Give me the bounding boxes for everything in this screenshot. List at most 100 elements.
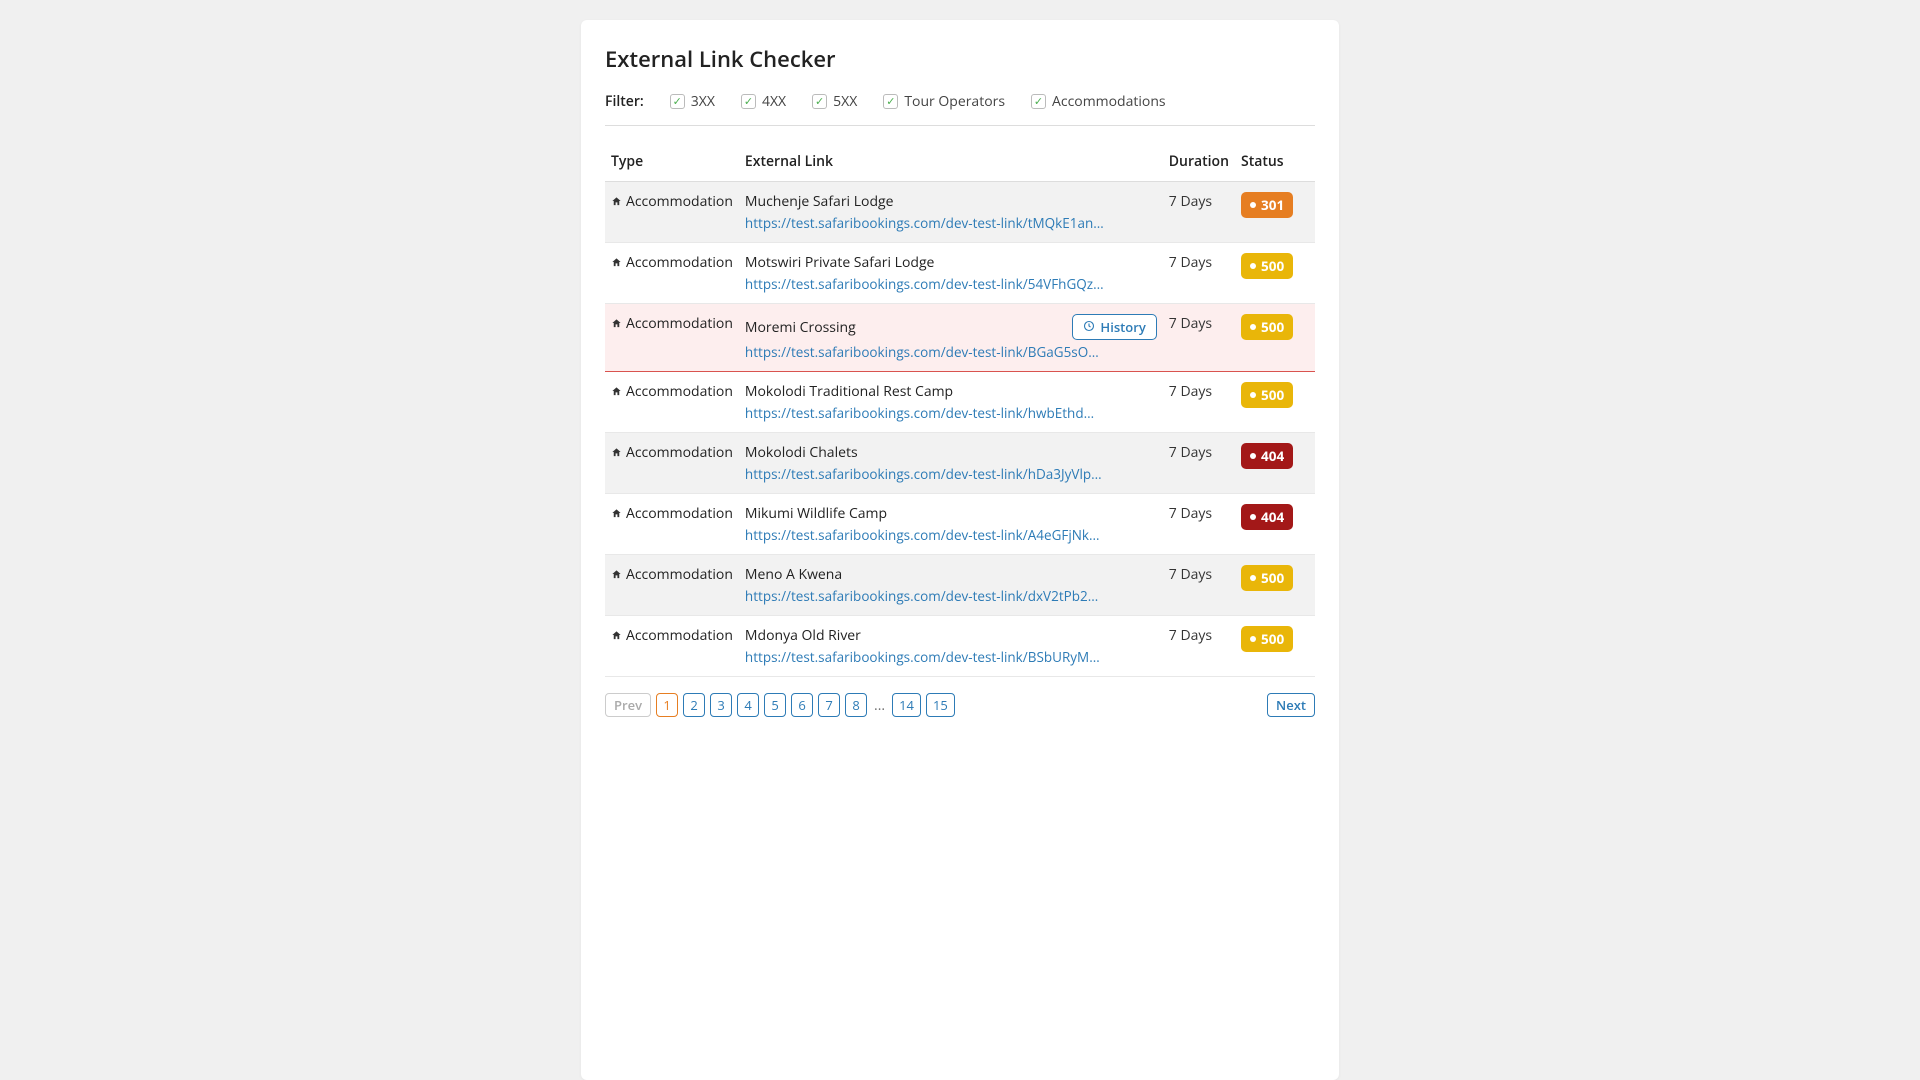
link-cell: Meno A Kwena https://test.safaribookings.… bbox=[739, 555, 1163, 616]
filter-option-label: Accommodations bbox=[1052, 92, 1166, 111]
accommodation-icon bbox=[611, 566, 622, 577]
table-row: Accommodation Mokolodi Chalets https://tes… bbox=[605, 433, 1315, 494]
status-code: 301 bbox=[1261, 196, 1284, 214]
page-number[interactable]: 2 bbox=[683, 693, 705, 717]
external-link-url[interactable]: https://test.safaribookings.com/dev-test… bbox=[745, 526, 1105, 544]
type-cell: Accommodation bbox=[605, 243, 739, 304]
page-number[interactable]: 3 bbox=[710, 693, 732, 717]
status-code: 404 bbox=[1261, 447, 1284, 465]
duration-cell: 7 Days bbox=[1163, 182, 1235, 243]
status-code: 500 bbox=[1261, 257, 1284, 275]
history-icon bbox=[1083, 318, 1095, 336]
duration-cell: 7 Days bbox=[1163, 304, 1235, 372]
duration-cell: 7 Days bbox=[1163, 433, 1235, 494]
filter-checkbox[interactable]: ✓Tour Operators bbox=[883, 92, 1005, 111]
link-name: Meno A Kwena bbox=[745, 565, 842, 584]
pagination: Prev12345678... 1415 Next bbox=[605, 693, 1315, 717]
link-cell: Mokolodi Traditional Rest Camphttps://te… bbox=[739, 372, 1163, 433]
filter-checkbox[interactable]: ✓ 4XX bbox=[741, 92, 786, 111]
history-label: History bbox=[1100, 318, 1145, 336]
type-label: Accommodation bbox=[626, 565, 733, 584]
external-link-url[interactable]: https://test.safaribookings.com/dev-test… bbox=[745, 275, 1105, 293]
link-name: Mdonya Old River bbox=[745, 626, 861, 645]
page-number[interactable]: 14 bbox=[892, 693, 921, 717]
link-name: Mokolodi Chalets bbox=[745, 443, 858, 462]
duration-cell: 7 Days bbox=[1163, 555, 1235, 616]
status-dot-icon bbox=[1250, 453, 1256, 459]
check-icon: ✓ bbox=[741, 94, 756, 109]
duration-cell: 7 Days bbox=[1163, 616, 1235, 677]
check-icon: ✓ bbox=[883, 94, 898, 109]
status-cell: 404 bbox=[1235, 494, 1315, 555]
page-number[interactable]: 1 bbox=[656, 693, 678, 717]
type-label: Accommodation bbox=[626, 626, 733, 645]
accommodation-icon bbox=[611, 444, 622, 455]
page-number[interactable]: 15 bbox=[926, 693, 955, 717]
col-type: Type bbox=[605, 144, 739, 182]
history-button[interactable]: History bbox=[1072, 314, 1156, 340]
filter-label: Filter: bbox=[605, 92, 644, 111]
filter-checkbox[interactable]: ✓Accommodations bbox=[1031, 92, 1166, 111]
table-row: Accommodation Mikumi Wildlife Camp https:/… bbox=[605, 494, 1315, 555]
external-link-url[interactable]: https://test.safaribookings.com/dev-test… bbox=[745, 587, 1105, 605]
col-status: Status bbox=[1235, 144, 1315, 182]
status-badge: 500 bbox=[1241, 314, 1293, 340]
status-badge: 500 bbox=[1241, 253, 1293, 279]
table-row: Accommodation Muchenje Safari Lodge https:… bbox=[605, 182, 1315, 243]
type-cell: Accommodation bbox=[605, 555, 739, 616]
check-icon: ✓ bbox=[812, 94, 827, 109]
type-label: Accommodation bbox=[626, 253, 733, 272]
link-name: Motswiri Private Safari Lodge bbox=[745, 253, 935, 272]
external-link-url[interactable]: https://test.safaribookings.com/dev-test… bbox=[745, 343, 1105, 361]
page-number[interactable]: 4 bbox=[737, 693, 759, 717]
page-ellipsis: ... bbox=[872, 696, 887, 715]
status-cell: 500 bbox=[1235, 555, 1315, 616]
type-cell: Accommodation bbox=[605, 616, 739, 677]
external-link-url[interactable]: https://test.safaribookings.com/dev-test… bbox=[745, 404, 1105, 422]
status-dot-icon bbox=[1250, 392, 1256, 398]
table-row: Accommodation Meno A Kwena https://test.sa… bbox=[605, 555, 1315, 616]
filter-option-label: 4XX bbox=[762, 92, 786, 111]
status-cell: 500 bbox=[1235, 372, 1315, 433]
page-next[interactable]: Next bbox=[1267, 693, 1315, 717]
col-link: External Link bbox=[739, 144, 1163, 182]
table-row: Accommodation Motswiri Private Safari Lod… bbox=[605, 243, 1315, 304]
status-code: 500 bbox=[1261, 569, 1284, 587]
page-number[interactable]: 5 bbox=[764, 693, 786, 717]
duration-cell: 7 Days bbox=[1163, 372, 1235, 433]
col-duration: Duration bbox=[1163, 144, 1235, 182]
type-cell: Accommodation bbox=[605, 494, 739, 555]
external-link-url[interactable]: https://test.safaribookings.com/dev-test… bbox=[745, 214, 1105, 232]
status-dot-icon bbox=[1250, 324, 1256, 330]
type-cell: Accommodation bbox=[605, 372, 739, 433]
type-label: Accommodation bbox=[626, 192, 733, 211]
filter-checkbox[interactable]: ✓ 5XX bbox=[812, 92, 857, 111]
external-link-url[interactable]: https://test.safaribookings.com/dev-test… bbox=[745, 648, 1105, 666]
link-name: Mikumi Wildlife Camp bbox=[745, 504, 887, 523]
check-icon: ✓ bbox=[670, 94, 685, 109]
page-prev[interactable]: Prev bbox=[605, 693, 651, 717]
type-label: Accommodation bbox=[626, 314, 733, 333]
link-name: Muchenje Safari Lodge bbox=[745, 192, 894, 211]
link-cell: Moremi CrossingHistoryhttps://test.safar… bbox=[739, 304, 1163, 372]
external-link-url[interactable]: https://test.safaribookings.com/dev-test… bbox=[745, 465, 1105, 483]
status-dot-icon bbox=[1250, 202, 1256, 208]
status-cell: 500 bbox=[1235, 616, 1315, 677]
type-label: Accommodation bbox=[626, 443, 733, 462]
page-number[interactable]: 8 bbox=[845, 693, 867, 717]
filter-option-label: 5XX bbox=[833, 92, 857, 111]
accommodation-icon bbox=[611, 193, 622, 204]
status-cell: 500 bbox=[1235, 243, 1315, 304]
accommodation-icon bbox=[611, 254, 622, 265]
filter-row: Filter: ✓3XX✓4XX✓5XX✓Tour Operators✓Acco… bbox=[605, 92, 1315, 126]
page-number[interactable]: 7 bbox=[818, 693, 840, 717]
type-cell: Accommodation bbox=[605, 433, 739, 494]
accommodation-icon bbox=[611, 627, 622, 638]
status-dot-icon bbox=[1250, 263, 1256, 269]
status-badge: 301 bbox=[1241, 192, 1293, 218]
filter-checkbox[interactable]: ✓3XX bbox=[670, 92, 715, 111]
page-number[interactable]: 6 bbox=[791, 693, 813, 717]
link-cell: Mdonya Old River https://test.safaribooki… bbox=[739, 616, 1163, 677]
duration-cell: 7 Days bbox=[1163, 243, 1235, 304]
accommodation-icon bbox=[611, 383, 622, 394]
